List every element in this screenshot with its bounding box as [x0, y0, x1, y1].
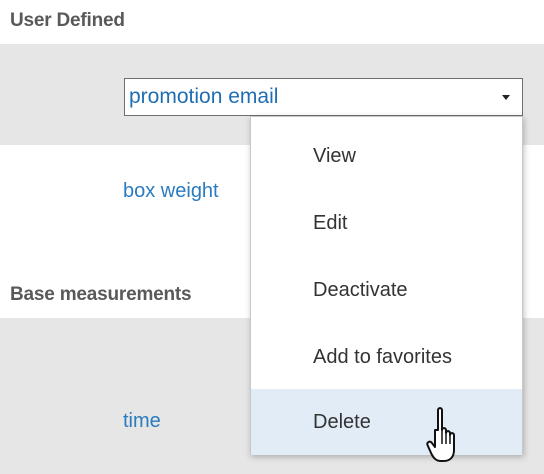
hand-pointer-cursor-icon [426, 407, 455, 462]
time-link[interactable]: time [123, 410, 161, 433]
menu-item-delete[interactable]: Delete [251, 389, 522, 455]
box-weight-link[interactable]: box weight [123, 180, 219, 203]
promotion-email-select[interactable]: promotion email [124, 78, 523, 116]
context-menu: View Edit Deactivate Add to favorites De… [250, 116, 523, 455]
section-heading-user-defined: User Defined [10, 10, 125, 31]
menu-item-view[interactable]: View [251, 123, 522, 190]
chevron-down-icon[interactable] [502, 94, 510, 100]
menu-item-edit[interactable]: Edit [251, 190, 522, 257]
menu-item-add-to-favorites[interactable]: Add to favorites [251, 324, 522, 391]
select-value: promotion email [129, 85, 279, 108]
section-heading-base-measurements: Base measurements [10, 284, 192, 305]
menu-item-deactivate[interactable]: Deactivate [251, 257, 522, 324]
